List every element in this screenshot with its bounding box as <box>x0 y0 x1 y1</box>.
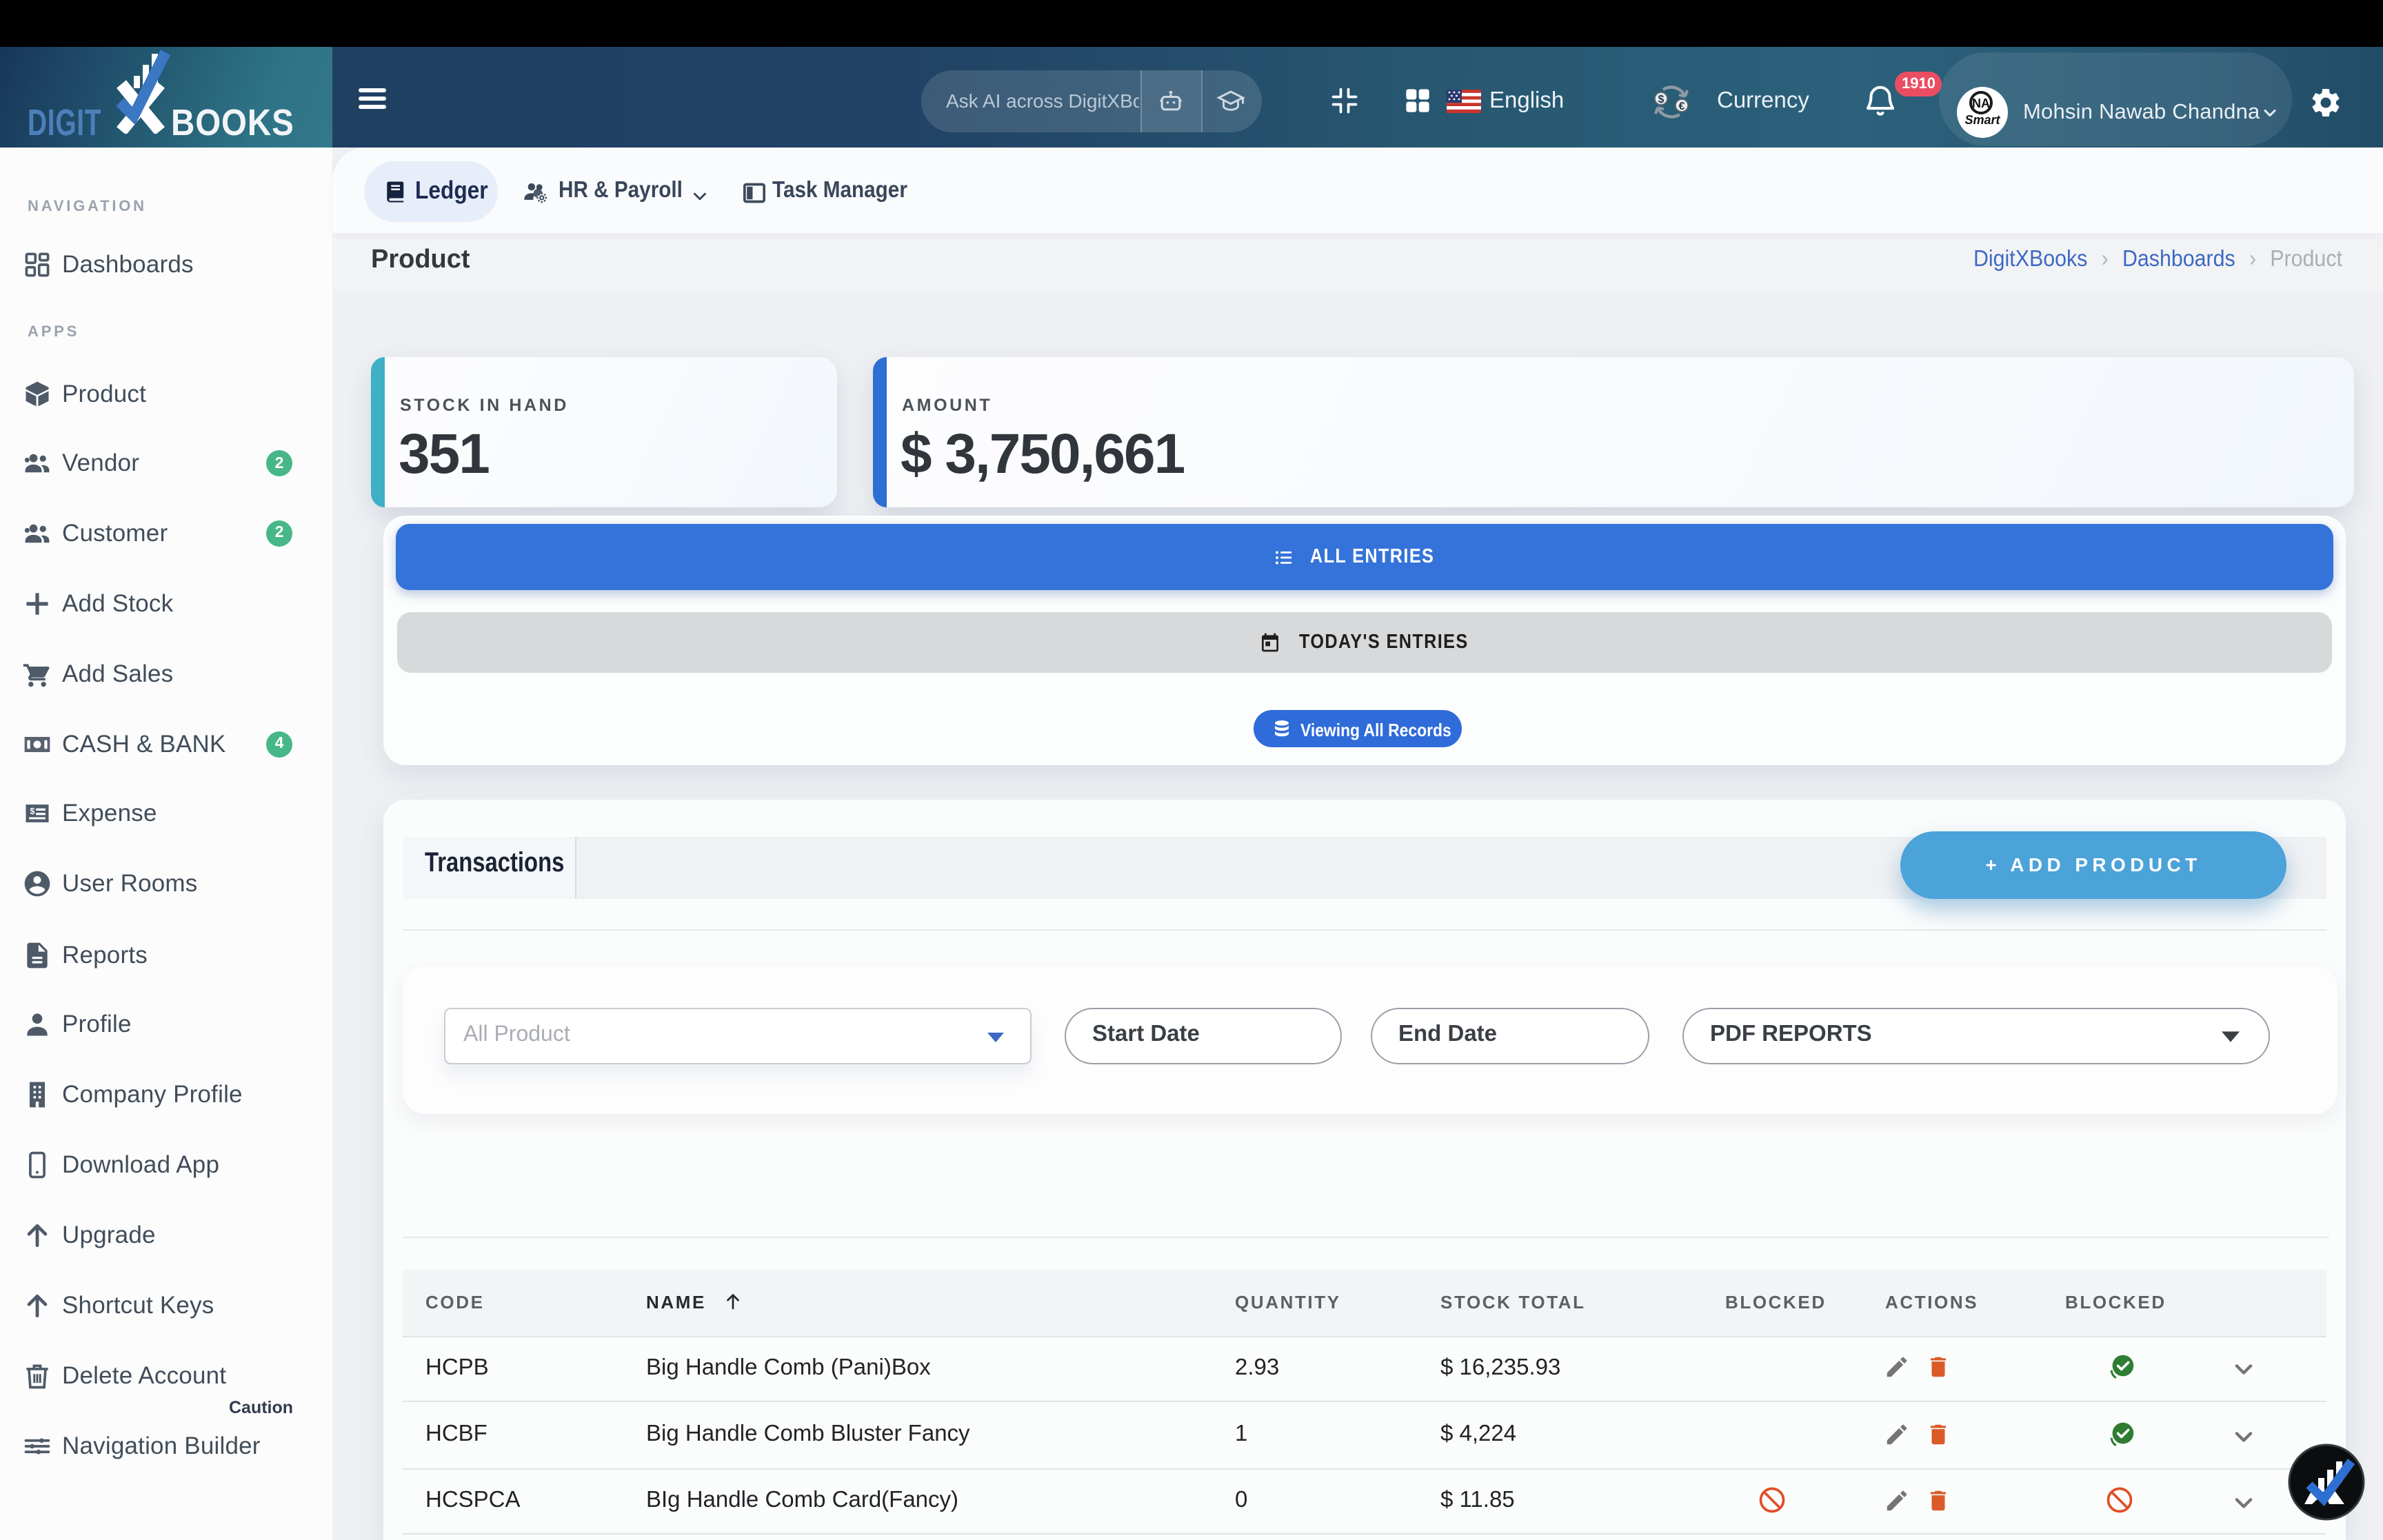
svg-text:$: $ <box>1658 94 1665 105</box>
svg-text:$: $ <box>30 806 34 816</box>
svg-text:€: € <box>1679 101 1685 112</box>
